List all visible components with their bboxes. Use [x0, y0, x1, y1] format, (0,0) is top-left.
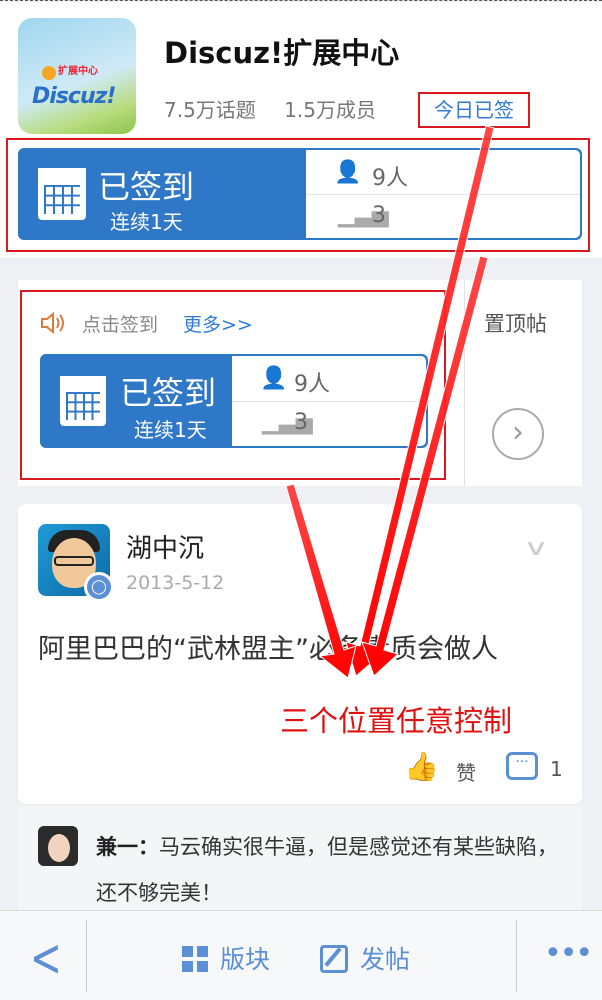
edit-icon	[320, 945, 348, 973]
arrow-from-today-signed	[345, 125, 495, 677]
boards-button[interactable]: 版块	[182, 940, 270, 976]
bottom-toolbar	[0, 910, 602, 1000]
new-post-label: 发帖	[360, 945, 411, 974]
annotation-text: 三个位置任意控制	[280, 704, 513, 738]
back-arrow-icon[interactable]: <	[30, 927, 62, 989]
annotation-arrows	[285, 125, 495, 679]
toolbar-divider	[516, 920, 517, 992]
arrow-from-section-widget	[285, 483, 357, 679]
new-post-button[interactable]: 发帖	[320, 940, 410, 976]
arrow-from-header-widget	[361, 255, 489, 677]
more-icon[interactable]: •••	[544, 936, 593, 971]
toolbar-divider	[86, 920, 87, 992]
boards-label: 版块	[220, 945, 271, 974]
grid-icon	[182, 946, 208, 972]
